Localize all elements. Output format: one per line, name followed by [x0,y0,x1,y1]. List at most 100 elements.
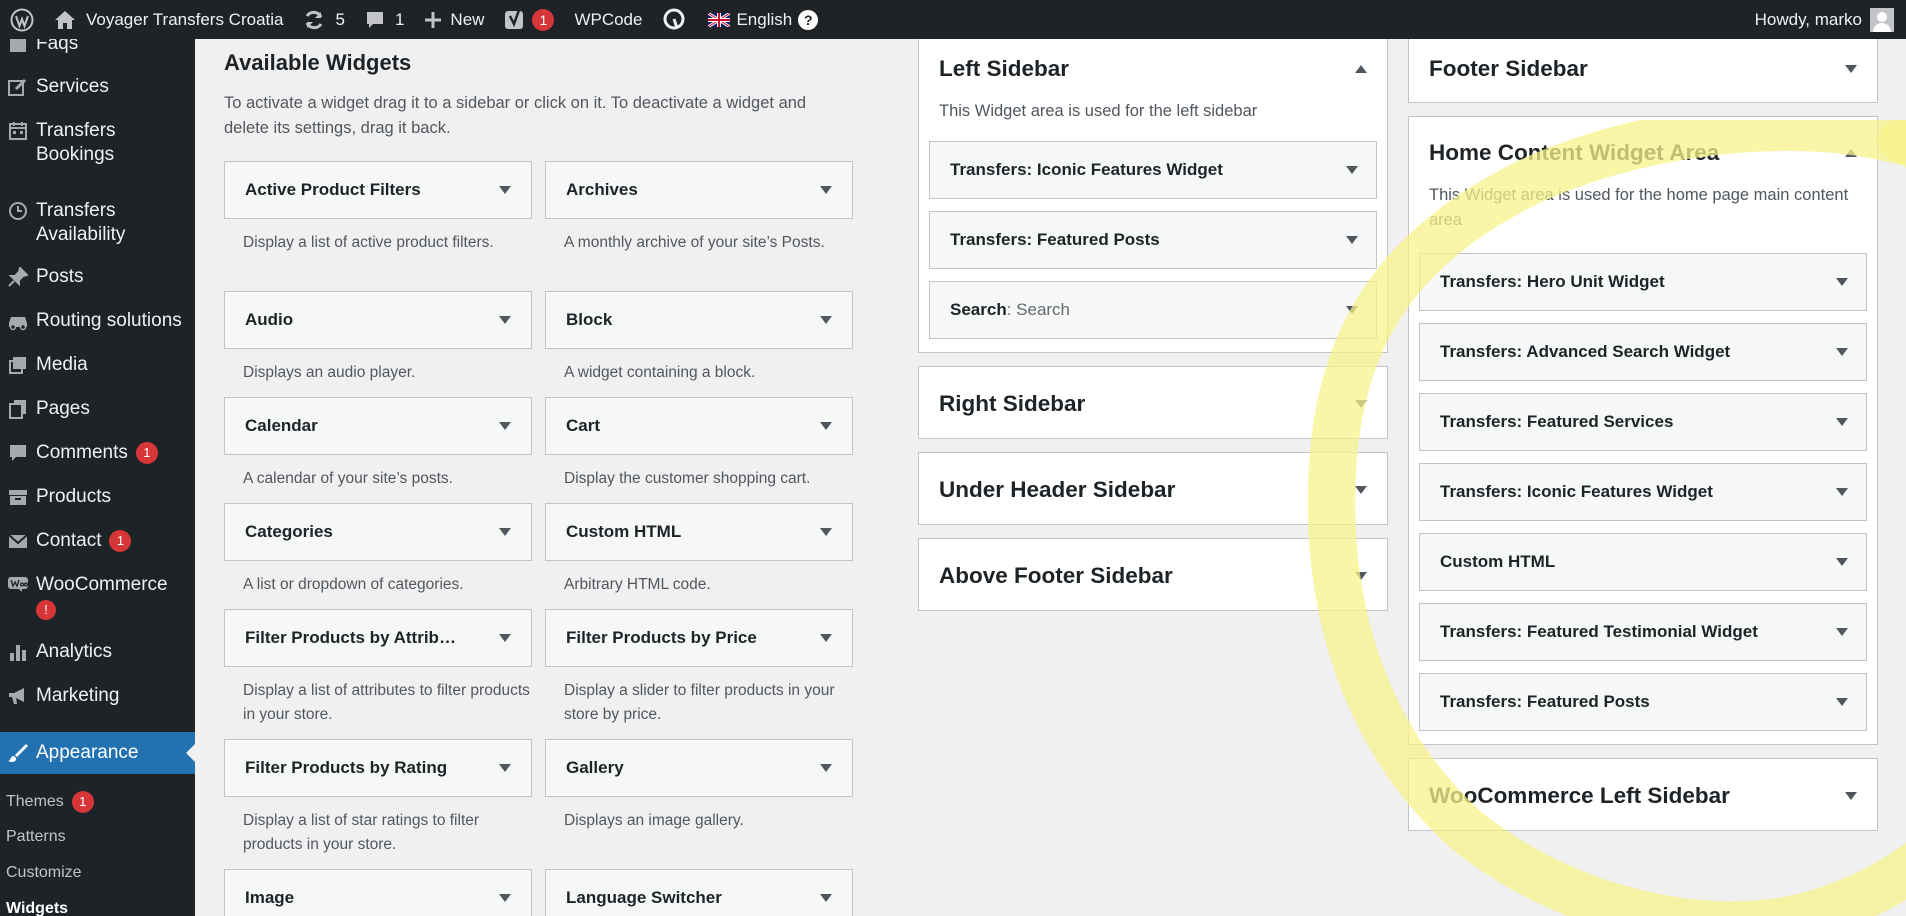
submenu-item-patterns[interactable]: Patterns [6,827,66,847]
menu-item-woocommerce[interactable]: WooCommerce! [0,573,195,621]
caret-down-icon[interactable] [499,764,511,772]
caret-down-icon[interactable] [1346,166,1358,174]
caret-down-icon[interactable] [1346,236,1358,244]
area-header[interactable]: Footer Sidebar [1429,31,1857,107]
caret-down-icon[interactable] [1836,348,1848,356]
menu-item-analytics[interactable]: Analytics [0,640,195,664]
submenu-item-widgets[interactable]: Widgets [6,899,68,916]
caret-down-icon[interactable] [820,894,832,902]
site-name-link[interactable]: Voyager Transfers Croatia [44,0,293,39]
updates-link[interactable]: 5 [293,0,354,39]
widget-area-right-sidebar[interactable]: Right Sidebar [918,366,1388,439]
area-header[interactable]: Home Content Widget Area [1429,117,1857,189]
area-header[interactable]: WooCommerce Left Sidebar [1429,759,1857,832]
caret-down-icon[interactable] [1836,698,1848,706]
help-icon[interactable]: ? [798,9,819,30]
area-header[interactable]: Left Sidebar [939,31,1367,107]
sidebar-widget[interactable]: Transfers: Hero Unit Widget [1419,253,1867,311]
caret-down-icon[interactable] [820,186,832,194]
menu-item-posts[interactable]: Posts [0,265,195,289]
widget-area-footer-sidebar[interactable]: Footer Sidebar [1408,30,1878,103]
caret-down-icon[interactable] [1355,571,1367,580]
widget-description: Arbitrary HTML code. [564,576,711,593]
widget-tile[interactable]: Language Switcher [545,869,853,916]
area-header[interactable]: Right Sidebar [939,367,1367,440]
caret-down-icon[interactable] [1355,399,1367,408]
menu-item-marketing[interactable]: Marketing [0,684,195,708]
caret-down-icon[interactable] [499,186,511,194]
sidebar-widget[interactable]: Search: Search [929,281,1377,339]
widget-tile[interactable]: Image [224,869,532,916]
menu-item-transfers-availability[interactable]: Transfers Availability [0,199,195,247]
widget-tile[interactable]: Block [545,291,853,349]
caret-down-icon[interactable] [499,894,511,902]
widget-tile[interactable]: Filter Products by Price [545,609,853,667]
widget-tile[interactable]: Calendar [224,397,532,455]
caret-down-icon[interactable] [1845,65,1857,73]
caret-down-icon[interactable] [1836,488,1848,496]
menu-item-faqs[interactable]: Faqs [0,39,195,56]
widget-tile[interactable]: Categories [224,503,532,561]
yoast-link[interactable]: 1 [494,0,564,39]
widget-description: Display a slider to filter products in y… [564,682,835,723]
new-content-link[interactable]: New [414,0,494,39]
menu-item-routing-solutions[interactable]: Routing solutions [0,309,195,333]
area-title: Under Header Sidebar [939,476,1176,502]
widget-tile[interactable]: Archives [545,161,853,219]
sidebar-widget[interactable]: Transfers: Featured Posts [929,211,1377,269]
menu-item-services[interactable]: Services [0,75,195,99]
sidebar-widget[interactable]: Transfers: Iconic Features Widget [1419,463,1867,521]
widget-tile[interactable]: Custom HTML [545,503,853,561]
widget-area-woocommerce-left-sidebar[interactable]: WooCommerce Left Sidebar [1408,758,1878,831]
caret-down-icon[interactable] [1836,418,1848,426]
area-header[interactable]: Above Footer Sidebar [939,539,1367,612]
caret-down-icon[interactable] [499,528,511,536]
caret-down-icon[interactable] [1836,628,1848,636]
submenu-item-customize[interactable]: Customize [6,863,82,883]
menu-item-pages[interactable]: Pages [0,397,195,421]
caret-down-icon[interactable] [820,764,832,772]
caret-down-icon[interactable] [1346,306,1358,314]
widget-tile[interactable]: Filter Products by Attrib… [224,609,532,667]
submenu-item-themes[interactable]: Themes 1 [6,791,94,813]
widget-tile[interactable]: Cart [545,397,853,455]
sidebar-widget[interactable]: Transfers: Featured Testimonial Widget [1419,603,1867,661]
caret-down-icon[interactable] [820,316,832,324]
sidebar-widget[interactable]: Transfers: Featured Posts [1419,673,1867,731]
widget-area-under-header-sidebar[interactable]: Under Header Sidebar [918,452,1388,525]
menu-item-appearance[interactable]: Appearance [0,732,195,774]
caret-down-icon[interactable] [1845,791,1857,800]
caret-down-icon[interactable] [820,634,832,642]
menu-item-contact[interactable]: Contact 1 [0,529,195,553]
wpcode-link[interactable]: WPCode [564,0,652,39]
caret-down-icon[interactable] [499,422,511,430]
widget-tile[interactable]: Audio [224,291,532,349]
caret-up-icon[interactable] [1845,149,1857,157]
widget-tile[interactable]: Active Product Filters [224,161,532,219]
search-engine-icon[interactable] [652,0,698,39]
caret-down-icon[interactable] [1836,558,1848,566]
sidebar-widget[interactable]: Custom HTML [1419,533,1867,591]
widget-tile[interactable]: Gallery [545,739,853,797]
widget-tile[interactable]: Filter Products by Rating [224,739,532,797]
menu-item-transfers-bookings[interactable]: Transfers Bookings [0,119,195,167]
caret-up-icon[interactable] [1355,65,1367,73]
sidebar-widget[interactable]: Transfers: Iconic Features Widget [929,141,1377,199]
sidebar-widget[interactable]: Transfers: Featured Services [1419,393,1867,451]
menu-item-comments[interactable]: Comments 1 [0,441,195,465]
caret-down-icon[interactable] [820,422,832,430]
wordpress-logo-icon[interactable] [0,0,44,39]
comments-link[interactable]: 1 [355,0,414,39]
widget-area-above-footer-sidebar[interactable]: Above Footer Sidebar [918,538,1388,611]
caret-down-icon[interactable] [1836,278,1848,286]
menu-item-products[interactable]: Products [0,485,195,509]
caret-down-icon[interactable] [820,528,832,536]
area-header[interactable]: Under Header Sidebar [939,453,1367,526]
sidebar-widget[interactable]: Transfers: Advanced Search Widget [1419,323,1867,381]
menu-item-media[interactable]: Media [0,353,195,377]
caret-down-icon[interactable] [499,634,511,642]
caret-down-icon[interactable] [1355,485,1367,494]
caret-down-icon[interactable] [499,316,511,324]
my-account-link[interactable]: Howdy, marko [1745,0,1906,39]
language-switcher[interactable]: English ? [698,0,828,39]
